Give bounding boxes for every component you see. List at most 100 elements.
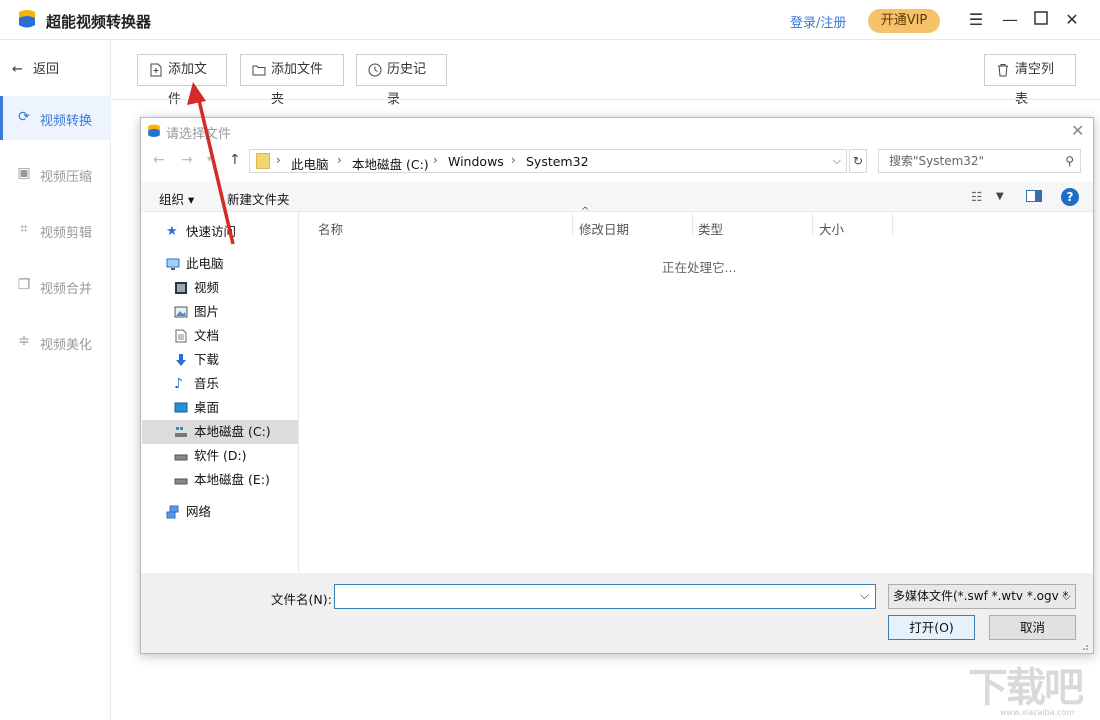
column-divider[interactable] — [812, 214, 813, 236]
chevron-down-icon: ⌵ — [1061, 589, 1071, 603]
add-folder-label: 添加文件夹 — [271, 62, 324, 107]
add-file-button[interactable]: 添加文件 — [137, 54, 227, 107]
history-label: 历史记录 — [387, 62, 427, 107]
file-add-icon — [150, 63, 162, 77]
refresh-icon: ↻ — [852, 154, 864, 168]
dialog-title: 请选择文件 — [166, 127, 232, 142]
nav-item-network[interactable]: 网络 — [166, 500, 286, 524]
forward-arrow-icon[interactable]: → — [181, 152, 193, 168]
nav-item-label: 网络 — [186, 504, 212, 519]
add-file-label: 添加文件 — [168, 62, 208, 107]
maximize-icon[interactable] — [1031, 10, 1051, 30]
open-button[interactable]: 打开(O) — [888, 615, 975, 640]
dialog-close-icon[interactable]: ✕ — [1071, 121, 1084, 140]
nav-item-drive-c[interactable]: 本地磁盘 (C:) — [142, 420, 298, 444]
sidebar-item-video-compress[interactable]: ▣ 视频压缩 — [0, 152, 111, 196]
dialog-footer: 文件名(N): ⌵ 多媒体文件(*.swf *.wtv *.ogv * ⌵ 打开… — [141, 573, 1093, 653]
nav-item-this-pc[interactable]: 此电脑 — [166, 252, 286, 276]
nav-item-music[interactable]: ♪ 音乐 — [174, 372, 294, 396]
column-divider[interactable] — [692, 214, 693, 236]
dialog-logo-icon — [148, 124, 160, 138]
column-size[interactable]: 大小 — [819, 219, 844, 238]
breadcrumb-item[interactable]: System32 — [526, 154, 589, 169]
help-icon[interactable]: ? — [1061, 188, 1079, 206]
menu-icon[interactable]: ☰ — [966, 10, 986, 30]
breadcrumb-item[interactable]: Windows — [448, 154, 504, 169]
add-folder-button[interactable]: 添加文件夹 — [240, 54, 344, 107]
chevron-right-icon: › — [276, 153, 281, 167]
picture-folder-icon — [174, 306, 188, 318]
column-date[interactable]: 修改日期 — [579, 219, 629, 238]
nav-item-pictures[interactable]: 图片 — [174, 300, 294, 324]
close-icon[interactable]: ✕ — [1062, 10, 1082, 30]
clear-list-button[interactable]: 清空列表 — [984, 54, 1076, 107]
crop-icon: ⌗ — [20, 221, 28, 237]
recent-locations-icon[interactable]: ▾ — [207, 154, 212, 165]
compress-icon: ▣ — [17, 165, 31, 181]
chevron-down-icon[interactable]: ⌵ — [833, 154, 841, 168]
refresh-button[interactable]: ↻ — [849, 149, 867, 173]
video-folder-icon — [175, 282, 187, 294]
nav-item-drive-e[interactable]: 本地磁盘 (E:) — [174, 468, 294, 492]
toolbar-divider — [111, 99, 1100, 100]
app-logo-icon — [19, 10, 35, 28]
minimize-icon[interactable]: — — [1000, 10, 1020, 30]
search-placeholder: 搜索"System32" — [889, 154, 985, 168]
breadcrumb-item[interactable]: 此电脑 — [291, 154, 329, 173]
nav-item-quick-access[interactable]: ★ 快速访问 — [166, 220, 286, 244]
nav-item-documents[interactable]: 文档 — [174, 324, 294, 348]
login-register-link[interactable]: 登录/注册 — [790, 12, 846, 31]
sidebar-item-video-edit[interactable]: ⌗ 视频剪辑 — [0, 208, 111, 252]
document-icon — [175, 329, 187, 343]
sidebar-item-video-convert[interactable]: ⟳ 视频转换 — [0, 96, 111, 140]
cancel-button[interactable]: 取消 — [989, 615, 1076, 640]
chevron-right-icon: › — [337, 153, 342, 167]
preview-pane-icon[interactable] — [1026, 190, 1042, 205]
download-icon — [176, 354, 186, 366]
back-arrow-icon[interactable]: ← — [153, 152, 165, 168]
nav-item-downloads[interactable]: 下载 — [174, 348, 294, 372]
history-button[interactable]: 历史记录 — [356, 54, 447, 107]
back-button[interactable]: ← 返回 — [12, 58, 59, 77]
filename-field[interactable]: ⌵ — [334, 584, 876, 609]
back-label: 返回 — [33, 62, 60, 77]
nav-item-label: 桌面 — [194, 400, 220, 415]
title-bar: 超能视频转换器 登录/注册 开通VIP ☰ — ✕ — [0, 0, 1100, 40]
column-divider[interactable] — [892, 214, 893, 236]
vip-button[interactable]: 开通VIP — [868, 9, 940, 33]
view-dropdown-icon[interactable]: ▼ — [996, 191, 1004, 202]
filetype-select[interactable]: 多媒体文件(*.swf *.wtv *.ogv * ⌵ — [888, 584, 1076, 609]
column-type[interactable]: 类型 — [698, 219, 723, 238]
chevron-down-icon[interactable]: ⌵ — [860, 588, 869, 603]
sidebar-item-label: 视频美化 — [40, 338, 93, 353]
star-icon: ★ — [166, 224, 178, 239]
sidebar-item-label: 视频合并 — [40, 282, 93, 297]
search-input[interactable]: 搜索"System32" ⚲ — [878, 149, 1081, 173]
new-folder-button[interactable]: 新建文件夹 — [227, 189, 290, 208]
sidebar-item-video-beautify[interactable]: ≑ 视频美化 — [0, 320, 111, 364]
breadcrumb-item[interactable]: 本地磁盘 (C:) — [352, 154, 429, 173]
nav-item-desktop[interactable]: 桌面 — [174, 396, 294, 420]
breadcrumb[interactable]: › 此电脑 › 本地磁盘 (C:) › Windows › System32 ⌵ — [249, 149, 847, 173]
sidebar-item-video-merge[interactable]: ❐ 视频合并 — [0, 264, 111, 308]
merge-icon: ❐ — [17, 277, 31, 293]
organize-menu[interactable]: 组织 ▾ — [159, 189, 194, 208]
nav-item-drive-d[interactable]: 软件 (D:) — [174, 444, 294, 468]
up-arrow-icon[interactable]: ↑ — [229, 152, 241, 168]
sidebar-item-label: 视频转换 — [40, 114, 93, 129]
filename-label: 文件名(N): — [271, 592, 332, 607]
command-bar: 组织 ▾ 新建文件夹 ☷ ▼ ? — [141, 182, 1093, 212]
nav-item-label: 本地磁盘 (E:) — [194, 472, 270, 487]
app-title: 超能视频转换器 — [46, 13, 152, 31]
network-icon — [166, 505, 179, 519]
search-icon: ⚲ — [1065, 154, 1074, 168]
view-options-icon[interactable]: ☷ — [971, 189, 982, 204]
filetype-value: 多媒体文件(*.swf *.wtv *.ogv * — [893, 589, 1069, 603]
column-name[interactable]: 名称 — [318, 219, 343, 238]
resize-grip-icon[interactable] — [1079, 641, 1089, 651]
nav-item-video[interactable]: 视频 — [174, 276, 294, 300]
nav-item-label: 音乐 — [194, 376, 220, 391]
column-divider[interactable] — [572, 214, 573, 236]
app-window: 超能视频转换器 登录/注册 开通VIP ☰ — ✕ ← 返回 ⟳ 视频转换 ▣ … — [0, 0, 1100, 720]
system-drive-icon — [175, 427, 187, 437]
